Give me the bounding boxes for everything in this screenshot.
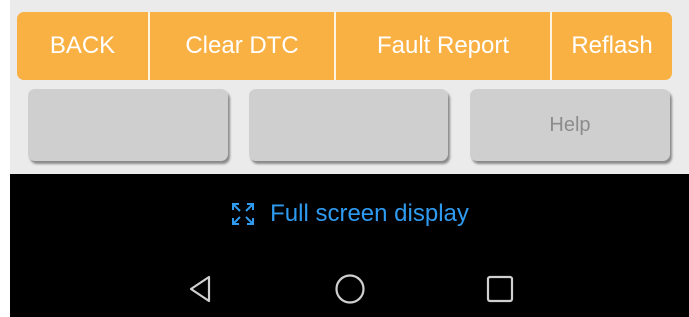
full-screen-display-label: Full screen display (270, 200, 469, 227)
nav-home-button[interactable] (332, 271, 368, 307)
action-toolbar: BACK Clear DTC Fault Report Reflash (17, 12, 672, 80)
circle-home-icon (335, 274, 365, 304)
triangle-back-icon (189, 275, 211, 303)
function-button-2[interactable] (249, 89, 448, 161)
reflash-button[interactable]: Reflash (552, 12, 672, 80)
expand-icon (232, 203, 255, 225)
system-nav-area: Full screen display (10, 174, 689, 317)
full-screen-display-button[interactable]: Full screen display (10, 198, 689, 230)
square-recents-icon (486, 275, 514, 303)
help-button[interactable]: Help (470, 89, 670, 161)
back-button[interactable]: BACK (17, 12, 150, 80)
clear-dtc-button[interactable]: Clear DTC (150, 12, 336, 80)
function-button-1[interactable] (28, 89, 228, 161)
fault-report-button[interactable]: Fault Report (336, 12, 552, 80)
nav-back-button[interactable] (182, 271, 218, 307)
nav-recents-button[interactable] (482, 271, 518, 307)
